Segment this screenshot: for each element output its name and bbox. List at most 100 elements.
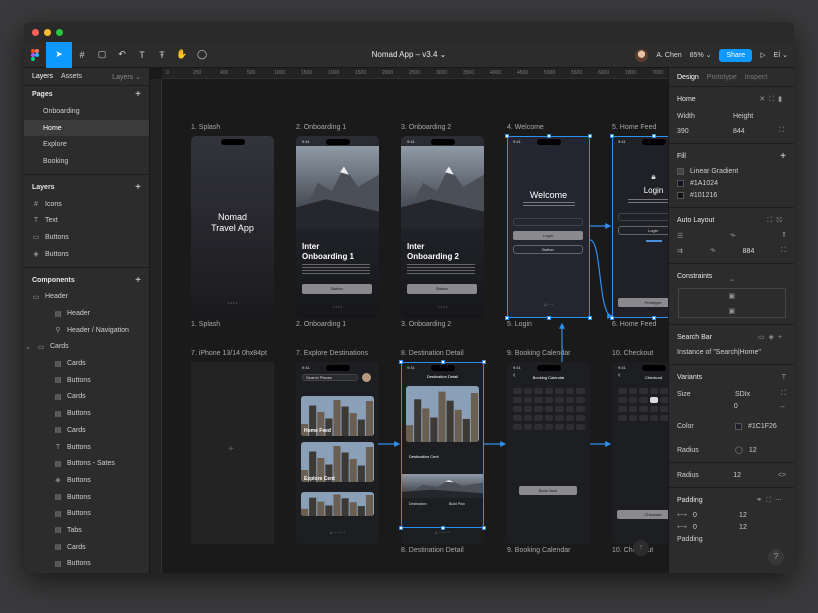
variant-text-icon[interactable]: T [782,374,786,381]
width-input[interactable]: 390 [677,128,727,135]
padding-v2-input[interactable]: 12 [739,524,747,531]
selection-box[interactable] [507,136,590,318]
maximize-window-button[interactable] [56,28,63,36]
calendar-day[interactable] [555,415,564,421]
page-item-explore[interactable]: Explore [24,136,149,153]
add-page-icon[interactable]: + [135,89,141,100]
frame-label[interactable]: 4. Welcome [507,124,544,131]
frame-bottom-label[interactable]: 3. Onboarding 2 [401,321,451,328]
calendar-day[interactable] [544,415,554,421]
calendar-day[interactable] [544,388,554,394]
calendar-day[interactable] [555,397,564,403]
close-icon[interactable]: ✕ [759,96,769,103]
shape-tool-button[interactable]: ▢ [92,42,112,68]
calendar-day[interactable] [628,415,638,421]
frame-bottom-label[interactable]: 1. Splash [191,321,220,328]
component-item[interactable]: ▤ Buttons [24,556,149,573]
size-swap-icon[interactable]: ↔ [779,403,786,410]
padding-h-input[interactable]: 0 [693,512,733,519]
resize-handle[interactable] [651,134,656,138]
calendar-day[interactable] [660,397,668,403]
more-icon[interactable]: ⋯ [775,497,786,504]
avatar[interactable] [635,48,649,62]
add-layer-icon[interactable]: + [135,182,141,193]
frame-label[interactable]: 2. Onboarding 1 [296,124,346,131]
padding-expand-icon[interactable]: ⛶ [766,497,775,504]
height-input[interactable]: 844 [733,128,773,135]
component-item[interactable]: ▤ Buttons [24,489,149,506]
calendar-day[interactable] [544,397,554,403]
move-tool-button[interactable]: ➤ [46,41,72,68]
avatar[interactable] [362,373,371,382]
close-window-button[interactable] [32,28,39,36]
cta-button[interactable]: Book Now [519,486,577,495]
calendar-day[interactable] [513,415,522,421]
calendar-day[interactable] [618,406,627,412]
radius2-input[interactable]: 12 [733,472,772,479]
calendar-day[interactable] [534,397,543,403]
color-input[interactable]: #1C1F26 [748,423,777,430]
calendar-day[interactable] [523,406,533,412]
resize-icon[interactable]: ⛶ [769,96,778,103]
resize-handle[interactable] [482,526,486,530]
phone-frame[interactable]: 9:41 ‹ Booking Calendar Book Now [507,362,590,544]
layer-item[interactable]: # Icons [24,196,149,213]
calendar-day[interactable] [565,424,575,430]
frame-bottom-label[interactable]: 2. Onboarding 1 [296,321,346,328]
tab-layers[interactable]: Layers [32,73,53,80]
tab-prototype[interactable]: Prototype [707,74,737,81]
page-item-home[interactable]: Home [24,119,149,137]
page-item-booking[interactable]: Booking [24,153,149,170]
gap-icon[interactable]: ⟛ [710,247,716,255]
component-item[interactable]: ▤ Buttons [24,505,149,522]
padding-v-input[interactable]: 0 [693,524,733,531]
resize-to-fit-icon[interactable]: ⛶ [779,127,784,135]
frame-label[interactable]: 10. Checkout [612,350,653,357]
resize-handle[interactable] [440,526,445,530]
auto-layout-remove-icon[interactable]: ⛞ [776,217,786,224]
auto-layout-gap-input[interactable]: 884 [743,248,755,255]
frame-label[interactable]: 3. Onboarding 2 [401,124,451,131]
calendar-day[interactable] [660,388,668,394]
comment-tool-button[interactable]: ◯ [192,42,212,68]
tab-assets[interactable]: Assets [61,73,82,80]
calendar-day[interactable] [534,388,543,394]
component-item[interactable]: ▤ Buttons [24,405,149,422]
frame-bottom-label[interactable]: 9. Booking Calendar [507,547,570,554]
calendar-day[interactable] [544,406,554,412]
layers-dropdown[interactable]: Layers ⌄ [112,73,141,81]
phone-frame[interactable]: 9:41 Inter Onboarding 2 Button • • • • [401,136,484,318]
frame-label[interactable]: 7. Explore Destinations [296,350,368,357]
calendar-day[interactable] [523,415,533,421]
radius-code-icon[interactable]: <> [778,472,786,479]
calendar-day[interactable] [639,406,648,412]
resize-handle[interactable] [440,360,445,364]
resize-handle[interactable] [610,134,614,138]
calendar-day[interactable] [523,388,533,394]
figma-logo-icon[interactable] [24,42,46,68]
tab-design[interactable]: Design [677,74,699,81]
frame-bottom-label[interactable]: 8. Destination Detail [401,547,464,554]
onboarding-button[interactable]: Button [302,284,372,294]
calendar-day[interactable] [628,406,638,412]
calendar-grid[interactable] [618,388,668,421]
component-item[interactable]: ▤ Cards [24,422,149,439]
calendar-day[interactable] [649,406,659,412]
delete-icon[interactable]: ▮ [778,96,786,103]
component-item[interactable]: ▤ Cards [24,389,149,406]
search-input[interactable]: Search Places [302,374,358,381]
component-item[interactable]: ▤ Tabs [24,522,149,539]
align-top-icon[interactable]: ⫪ [782,232,786,240]
frame-label[interactable]: 7. iPhone 13/14 0hx84pt [191,350,267,357]
component-item[interactable]: ◈ Buttons [24,472,149,489]
component-item[interactable]: ⌄ ▭ Cards [24,339,149,356]
calendar-day[interactable] [513,406,522,412]
align-left-icon[interactable]: ☰ [677,232,683,240]
fill-color-1[interactable]: #1A1024 [690,180,718,187]
calendar-day[interactable] [523,397,533,403]
fill-color-2[interactable]: #101216 [690,192,717,199]
calendar-day[interactable] [565,388,575,394]
calendar-day[interactable] [513,388,522,394]
component-icon[interactable]: ◈ [769,334,778,341]
auto-layout-expand-icon[interactable]: ⛶ [767,217,776,224]
